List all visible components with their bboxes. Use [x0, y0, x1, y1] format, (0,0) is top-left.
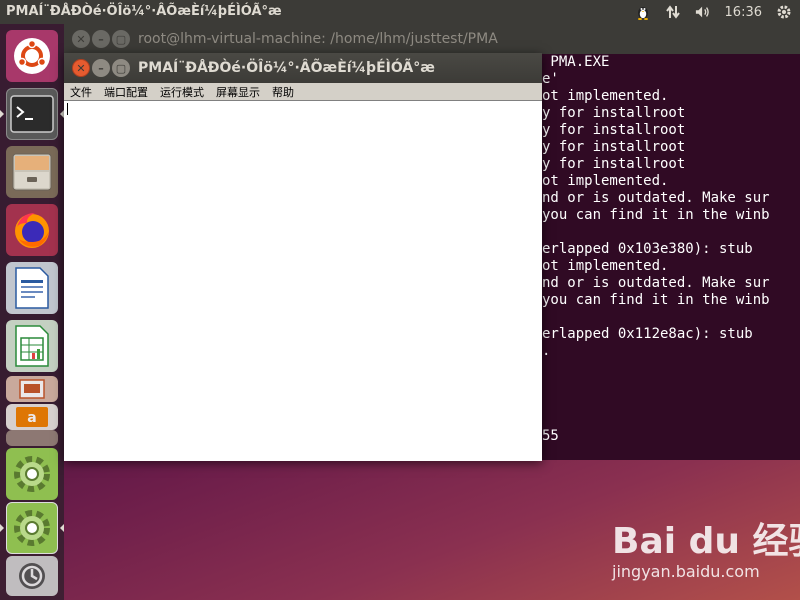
text-caret: [67, 103, 68, 115]
terminal-line: ot implemented.: [542, 258, 669, 274]
wine-gear-icon[interactable]: [6, 448, 58, 500]
system-tray: 16:36: [635, 0, 792, 24]
close-icon[interactable]: ✕: [72, 59, 90, 77]
terminal-line: you can find it in the winb: [542, 207, 770, 223]
menu-port-config[interactable]: 端口配置: [98, 84, 154, 100]
active-indicator: [0, 110, 4, 118]
libreoffice-calc-icon[interactable]: [6, 320, 58, 372]
terminal-line: y for installroot: [542, 122, 686, 138]
amazon-icon[interactable]: a: [6, 404, 58, 430]
minimize-icon[interactable]: –: [92, 30, 110, 48]
firefox-icon[interactable]: [6, 204, 58, 256]
terminal-line: y for installroot: [542, 105, 686, 121]
gear-icon[interactable]: [776, 4, 792, 20]
terminal-line: erlapped 0x112e8ac): stub: [542, 326, 753, 342]
launcher-stacked-item[interactable]: [6, 430, 58, 446]
pma-title: PMAÍ¨ÐÅÐÒé·ÖÎö¼°·ÂÕæÈí¼þÉÌÓÃ°æ: [138, 60, 435, 76]
launcher: a: [0, 24, 64, 600]
terminal-line: ot implemented.: [542, 88, 669, 104]
maximize-icon[interactable]: ▢: [112, 30, 130, 48]
active-indicator: [0, 524, 4, 532]
menu-help[interactable]: 帮助: [266, 84, 300, 100]
watermark-url: jingyan.baidu.com: [612, 562, 760, 581]
network-arrows-icon[interactable]: [665, 4, 681, 20]
terminal-line: erlapped 0x103e380): stub: [542, 241, 753, 257]
terminal-line: y for installroot: [542, 139, 686, 155]
terminal-line: e': [542, 71, 559, 87]
pma-client-area[interactable]: [64, 101, 542, 461]
menu-file[interactable]: 文件: [64, 84, 98, 100]
libreoffice-impress-icon[interactable]: [6, 376, 58, 402]
menu-screen-display[interactable]: 屏幕显示: [210, 84, 266, 100]
svg-text:a: a: [27, 410, 36, 426]
terminal-line: PMA.EXE: [542, 54, 610, 70]
software-updater-icon[interactable]: [6, 556, 58, 596]
close-icon[interactable]: ✕: [72, 30, 90, 48]
pma-window[interactable]: ✕ – ▢ PMAÍ¨ÐÅÐÒé·ÖÎö¼°·ÂÕæÈí¼þÉÌÓÃ°æ 文件 …: [64, 53, 542, 461]
baidu-watermark: Bai du 经验 jingyan.baidu.com: [612, 512, 800, 592]
focus-indicator: [60, 524, 64, 532]
pma-titlebar[interactable]: ✕ – ▢ PMAÍ¨ÐÅÐÒé·ÖÎö¼°·ÂÕæÈí¼þÉÌÓÃ°æ: [64, 53, 542, 83]
minimize-icon[interactable]: –: [92, 59, 110, 77]
clock[interactable]: 16:36: [725, 5, 762, 20]
terminal-icon[interactable]: [6, 88, 58, 140]
terminal-line: y for installroot: [542, 156, 686, 172]
volume-icon[interactable]: [695, 4, 711, 20]
terminal-line: ot implemented.: [542, 173, 669, 189]
terminal-line: .: [542, 343, 551, 359]
watermark-logo: Bai du 经验: [612, 521, 800, 562]
ubuntu-dash-icon[interactable]: [6, 30, 58, 82]
menu-run-mode[interactable]: 运行模式: [154, 84, 210, 100]
terminal-titlebar[interactable]: ✕ – ▢ root@lhm-virtual-machine: /home/lh…: [64, 24, 800, 54]
linux-tux-icon[interactable]: [635, 4, 651, 20]
terminal-line: nd or is outdated. Make sur: [542, 190, 770, 206]
terminal-line: nd or is outdated. Make sur: [542, 275, 770, 291]
terminal-line: 55: [542, 428, 559, 444]
libreoffice-writer-icon[interactable]: [6, 262, 58, 314]
files-icon[interactable]: [6, 146, 58, 198]
app-title: PMAÍ¨ÐÅÐÒé·ÖÎö¼°·ÂÕæÈí¼þÉÌÓÃ°æ: [6, 4, 282, 19]
top-panel: PMAÍ¨ÐÅÐÒé·ÖÎö¼°·ÂÕæÈí¼þÉÌÓÃ°æ 16:36: [0, 0, 800, 24]
terminal-line: you can find it in the winb: [542, 292, 770, 308]
wine-gear-icon[interactable]: [6, 502, 58, 554]
pma-menubar: 文件 端口配置 运行模式 屏幕显示 帮助: [64, 83, 542, 101]
terminal-title: root@lhm-virtual-machine: /home/lhm/just…: [138, 31, 498, 47]
maximize-icon[interactable]: ▢: [112, 59, 130, 77]
terminal-output[interactable]: PMA.EXE e' ot implemented. y for installroo…: [542, 54, 800, 454]
